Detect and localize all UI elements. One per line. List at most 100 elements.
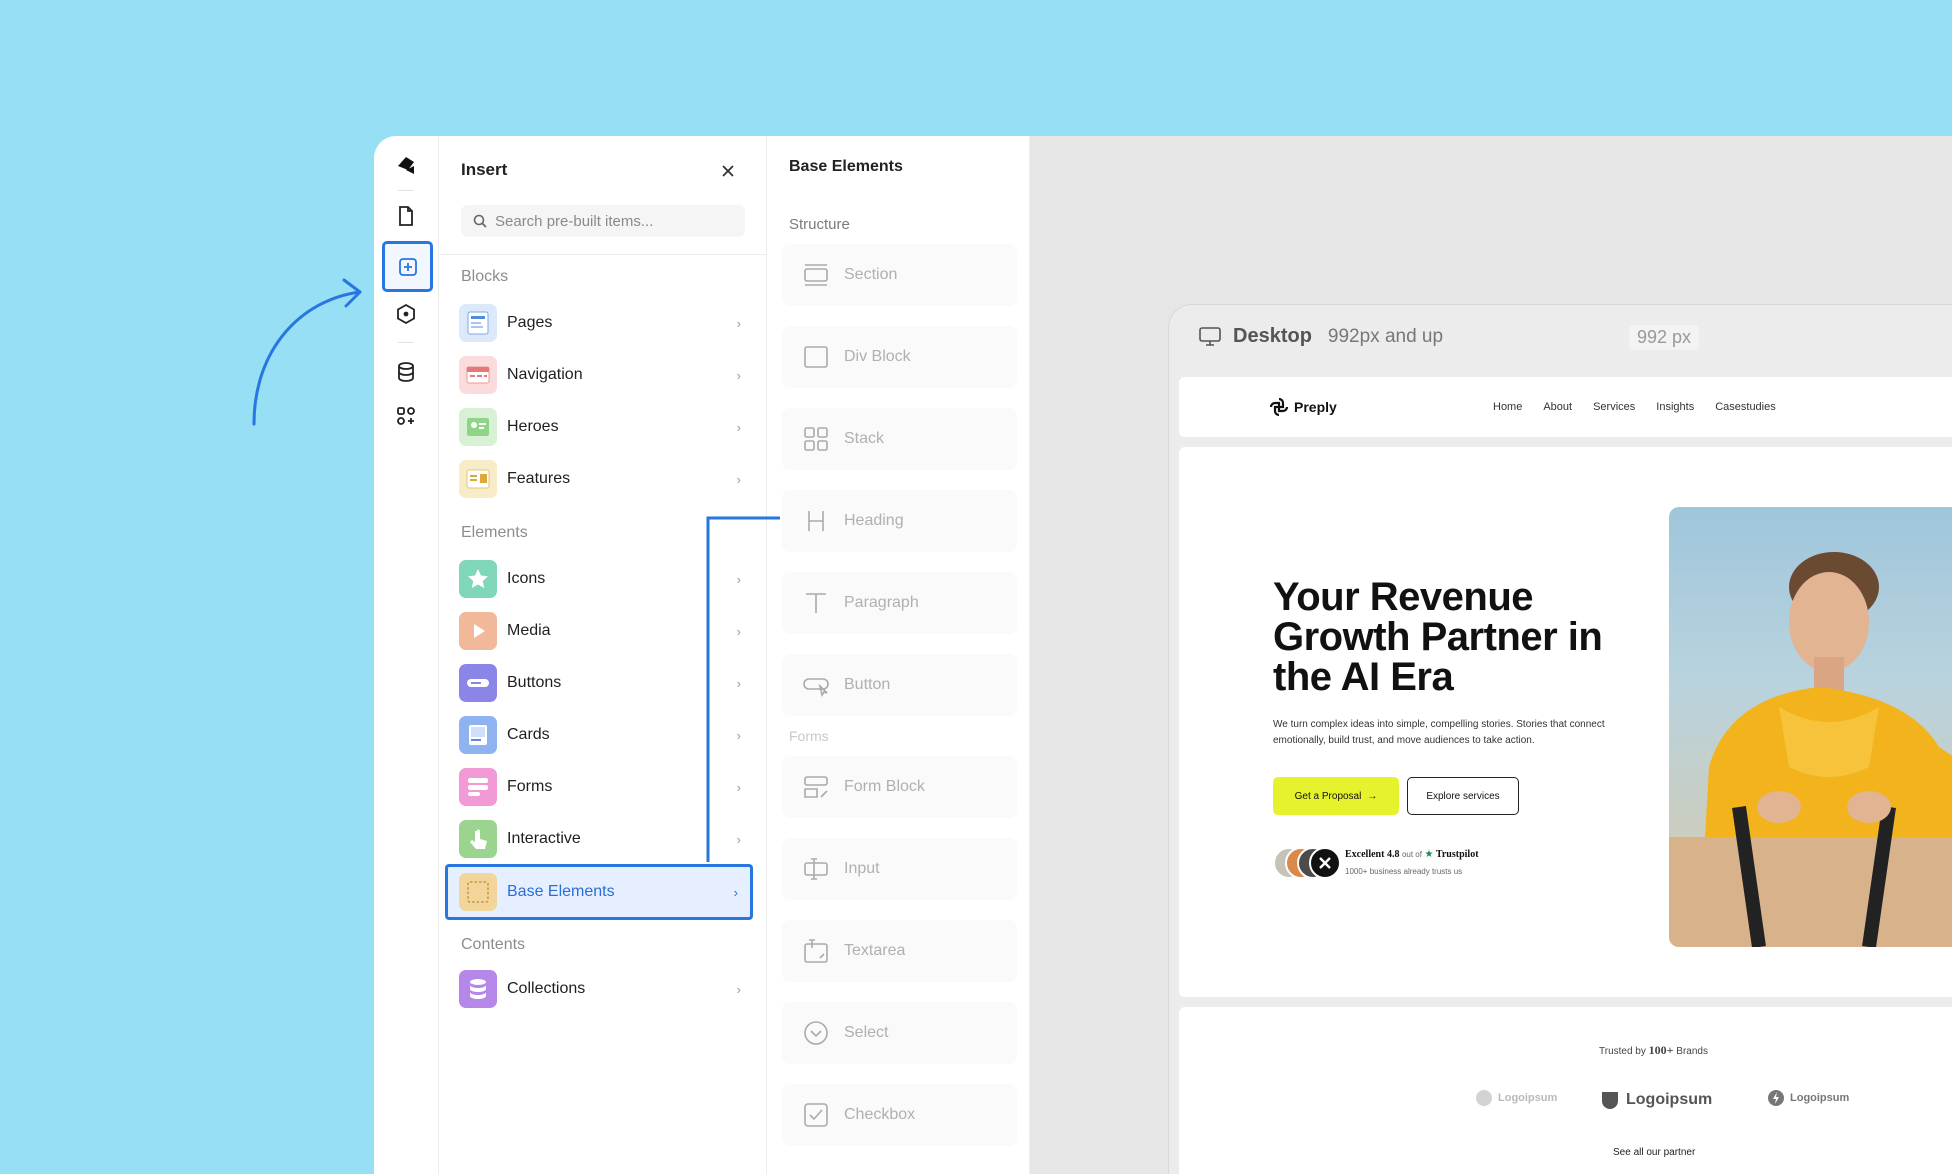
chevron-right-icon: › xyxy=(736,367,741,383)
base-title: Base Elements xyxy=(789,158,903,175)
item-label: Form Block xyxy=(844,778,925,795)
connector-line xyxy=(706,516,780,862)
brand-logo: Logoipsum xyxy=(1599,1089,1712,1111)
base-elements-thumb-icon xyxy=(459,873,497,911)
site-logo[interactable]: Preply xyxy=(1269,397,1337,417)
logoipsum-icon xyxy=(1476,1090,1492,1106)
nav-link-casestudies[interactable]: Casestudies xyxy=(1715,401,1776,413)
button-icon xyxy=(800,669,832,701)
site-hero[interactable]: Your Revenue Growth Partner in the AI Er… xyxy=(1179,447,1952,997)
base-item-button[interactable]: Button xyxy=(782,654,1017,716)
app-logo-icon[interactable] xyxy=(388,148,424,184)
base-item-stack[interactable]: Stack xyxy=(782,408,1017,470)
search-icon xyxy=(473,214,487,228)
nav-link-about[interactable]: About xyxy=(1543,401,1572,413)
search-input[interactable]: Search pre-built items... xyxy=(461,205,745,237)
components-icon[interactable] xyxy=(388,296,424,332)
apps-icon[interactable] xyxy=(388,398,424,434)
item-label: Features xyxy=(507,470,571,487)
forms-thumb-icon xyxy=(459,768,497,806)
nav-link-services[interactable]: Services xyxy=(1593,401,1635,413)
base-item-paragraph[interactable]: Paragraph xyxy=(782,572,1017,634)
section-contents: Contents xyxy=(461,936,526,953)
base-item-input[interactable]: Input xyxy=(782,838,1017,900)
item-label: Cards xyxy=(507,726,550,743)
item-label: Input xyxy=(844,860,880,877)
breakpoint-label: 992px and up xyxy=(1327,325,1444,347)
item-label: Pages xyxy=(507,314,553,331)
brand-name: Logoipsum xyxy=(1626,1091,1713,1108)
explore-services-button[interactable]: Explore services xyxy=(1407,777,1519,815)
brand-logo: Logoipsum xyxy=(1767,1089,1849,1107)
tool-rail xyxy=(374,136,439,1174)
item-heroes[interactable]: Heroes › xyxy=(445,402,753,452)
icons-thumb-icon xyxy=(459,560,497,598)
hero-headline: Your Revenue Growth Partner in the AI Er… xyxy=(1273,575,1603,699)
item-pages[interactable]: Pages › xyxy=(445,298,753,348)
chevron-right-icon: › xyxy=(736,419,741,435)
pages-thumb-icon xyxy=(459,304,497,342)
editor-window: Insert Search pre-built items... Blocks … xyxy=(374,136,1952,1174)
database-icon[interactable] xyxy=(388,354,424,390)
logoipsum-icon xyxy=(1768,1090,1784,1106)
site-brand: Preply xyxy=(1294,399,1337,415)
heroes-thumb-icon xyxy=(459,408,497,446)
item-features[interactable]: Features › xyxy=(445,454,753,504)
cards-thumb-icon xyxy=(459,716,497,754)
rating-value: 4.8 xyxy=(1386,849,1400,860)
item-navigation[interactable]: Navigation › xyxy=(445,350,753,400)
base-item-checkbox[interactable]: Checkbox xyxy=(782,1084,1017,1146)
nav-link-home[interactable]: Home xyxy=(1493,401,1522,413)
site-navbar[interactable]: Preply Home About Services Insights Case… xyxy=(1179,377,1952,437)
base-item-select[interactable]: Select xyxy=(782,1002,1017,1064)
trusted-count: 100+ xyxy=(1648,1043,1674,1057)
item-label: Paragraph xyxy=(844,594,919,611)
section-elements: Elements xyxy=(461,524,528,541)
brand-name: Logoipsum xyxy=(1498,1092,1558,1104)
device-label: Desktop xyxy=(1233,325,1312,347)
section-icon xyxy=(800,259,832,291)
trusted-line: Trusted by 100+ Brands xyxy=(1599,1043,1708,1058)
item-label: Section xyxy=(844,266,898,283)
item-label: Navigation xyxy=(507,366,583,383)
chevron-right-icon: › xyxy=(733,884,738,900)
item-label: Interactive xyxy=(507,830,581,847)
base-item-div-block[interactable]: Div Block xyxy=(782,326,1017,388)
item-base-elements[interactable]: Base Elements › xyxy=(445,864,753,920)
close-icon[interactable] xyxy=(717,160,739,182)
brand-logo: Logoipsum xyxy=(1475,1089,1557,1107)
form-block-icon xyxy=(800,771,832,803)
brands-section[interactable]: Trusted by 100+ Brands Logoipsum Logoips… xyxy=(1179,1007,1952,1174)
width-readout[interactable]: 992 px xyxy=(1629,325,1700,350)
rating-label: Excellent xyxy=(1345,849,1385,860)
textarea-icon xyxy=(800,935,832,967)
chevron-right-icon: › xyxy=(736,981,741,997)
base-item-heading[interactable]: Heading xyxy=(782,490,1017,552)
desktop-icon xyxy=(1199,326,1221,346)
stack-icon xyxy=(800,423,832,455)
insert-icon[interactable] xyxy=(382,241,433,292)
logoipsum-icon xyxy=(1602,1092,1618,1109)
navigation-thumb-icon xyxy=(459,356,497,394)
checkbox-icon xyxy=(800,1099,832,1131)
item-label: Stack xyxy=(844,430,885,447)
features-thumb-icon xyxy=(459,460,497,498)
see-all-partners-link[interactable]: See all our partner xyxy=(1613,1147,1695,1158)
item-collections[interactable]: Collections › xyxy=(445,964,753,1014)
base-item-section[interactable]: Section xyxy=(782,244,1017,306)
insert-title: Insert xyxy=(461,160,508,179)
item-label: Media xyxy=(507,622,551,639)
base-item-textarea[interactable]: Textarea xyxy=(782,920,1017,982)
item-label: Icons xyxy=(507,570,546,587)
design-canvas[interactable]: Desktop 992px and up 992 px Preply Home … xyxy=(1030,136,1952,1174)
nav-link-insights[interactable]: Insights xyxy=(1656,401,1694,413)
div-block-icon xyxy=(800,341,832,373)
base-elements-panel: Base Elements Structure Section Div Bloc… xyxy=(767,136,1030,1174)
chevron-right-icon: › xyxy=(736,471,741,487)
interactive-thumb-icon xyxy=(459,820,497,858)
search-placeholder: Search pre-built items... xyxy=(495,212,654,230)
pages-icon[interactable] xyxy=(388,198,424,234)
rating-source: Trustpilot xyxy=(1435,849,1479,860)
base-item-form-block[interactable]: Form Block xyxy=(782,756,1017,818)
get-proposal-button[interactable]: Get a Proposal → xyxy=(1273,777,1399,815)
